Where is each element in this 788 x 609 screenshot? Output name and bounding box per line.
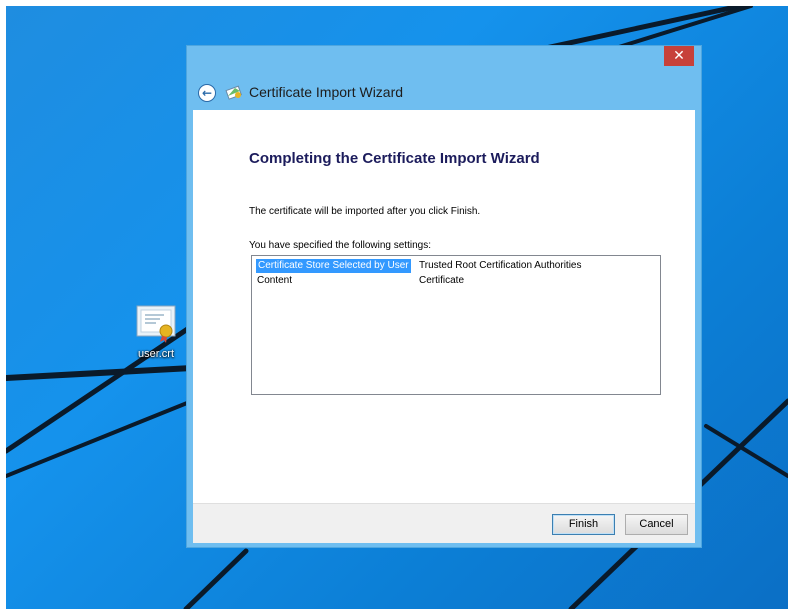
settings-list[interactable]: Certificate Store Selected by User Trust… xyxy=(251,255,661,395)
certificate-file-icon xyxy=(134,300,178,344)
wizard-footer: Finish Cancel xyxy=(193,503,695,543)
desktop-file-user-crt[interactable]: user.crt xyxy=(126,300,186,362)
settings-key: Certificate Store Selected by User xyxy=(256,259,411,273)
certificate-import-wizard-window: ✕ ← Certificate Import Wizard Completing… xyxy=(186,45,702,548)
settings-key: Content xyxy=(257,275,293,286)
window-title: Certificate Import Wizard xyxy=(249,84,404,100)
desktop-file-label: user.crt xyxy=(137,348,175,360)
finish-button[interactable]: Finish xyxy=(552,514,615,535)
wizard-header: ← Certificate Import Wizard xyxy=(187,74,701,110)
info-text: The certificate will be imported after y… xyxy=(249,206,481,217)
settings-label: You have specified the following setting… xyxy=(249,240,431,251)
page-heading: Completing the Certificate Import Wizard xyxy=(249,150,540,167)
back-arrow-icon[interactable]: ← xyxy=(198,84,216,102)
settings-value: Certificate xyxy=(419,275,465,286)
cancel-button[interactable]: Cancel xyxy=(625,514,688,535)
wizard-content: Completing the Certificate Import Wizard… xyxy=(193,110,695,503)
close-button[interactable]: ✕ xyxy=(664,46,694,66)
certificate-wizard-icon xyxy=(225,83,243,101)
settings-value: Trusted Root Certification Authorities xyxy=(419,260,582,271)
